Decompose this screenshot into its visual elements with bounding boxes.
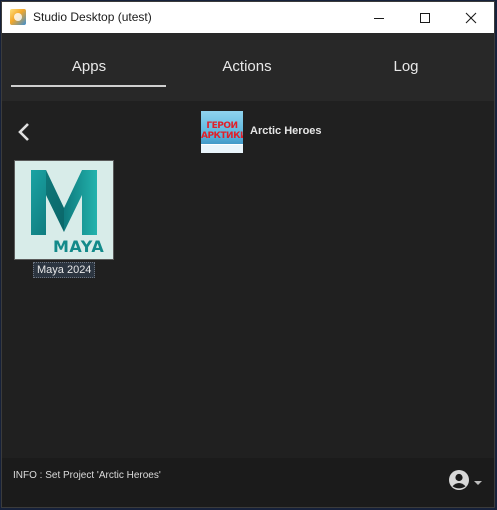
app-tile-maya[interactable]: MAYA — [14, 160, 114, 260]
user-menu-button[interactable] — [448, 468, 484, 492]
user-icon — [449, 470, 469, 490]
studio-desktop-icon — [10, 9, 26, 25]
app-window: Studio Desktop (utest) Apps Actions Log — [1, 1, 495, 508]
window-title: Studio Desktop (utest) — [33, 10, 152, 24]
project-thumbnail-title-line1: ГЕРОИ — [206, 121, 238, 131]
title-bar[interactable]: Studio Desktop (utest) — [2, 2, 494, 33]
tab-actions[interactable]: Actions — [169, 33, 325, 101]
caret-down-icon — [474, 481, 482, 485]
maya-logo-text: MAYA — [53, 237, 105, 256]
project-thumbnail-title-line2: АРКТИКИ — [201, 131, 243, 141]
chevron-left-icon — [18, 123, 29, 141]
project-thumbnail-snow — [201, 144, 243, 153]
project-thumbnail: ГЕРОИ АРКТИКИ — [201, 111, 243, 153]
close-icon — [465, 12, 477, 23]
minimize-button[interactable] — [356, 2, 402, 33]
tab-log[interactable]: Log — [328, 33, 484, 101]
minimize-icon — [374, 17, 384, 19]
project-name: Arctic Heroes — [250, 125, 322, 137]
maximize-icon — [420, 12, 430, 23]
back-button[interactable] — [15, 121, 35, 143]
tab-apps[interactable]: Apps — [11, 33, 167, 101]
status-message: INFO : Set Project 'Arctic Heroes' — [13, 470, 161, 481]
app-label-maya[interactable]: Maya 2024 — [33, 262, 96, 278]
active-tab-indicator — [11, 85, 166, 87]
status-bar: INFO : Set Project 'Arctic Heroes' — [2, 458, 494, 507]
maximize-button[interactable] — [402, 2, 448, 33]
close-button[interactable] — [448, 2, 494, 33]
tab-bar: Apps Actions Log — [2, 33, 494, 101]
